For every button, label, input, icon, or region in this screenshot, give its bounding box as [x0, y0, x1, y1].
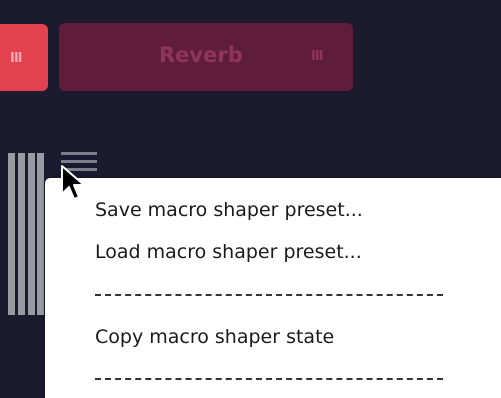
drag-handle-icon[interactable]: III	[311, 49, 323, 64]
menu-item-load-preset[interactable]: Load macro shaper preset...	[95, 241, 362, 263]
slider-bar[interactable]	[18, 153, 25, 315]
menu-item-save-preset[interactable]: Save macro shaper preset...	[95, 199, 363, 221]
macro-slider-bars[interactable]	[8, 153, 44, 315]
module-name: Reverb	[159, 43, 243, 67]
slider-bar[interactable]	[37, 153, 44, 315]
fx-module-active[interactable]: III	[0, 24, 48, 91]
slider-bar[interactable]	[8, 153, 15, 315]
menu-item-copy-state[interactable]: Copy macro shaper state	[95, 326, 334, 348]
slider-bar[interactable]	[28, 153, 35, 315]
menu-separator	[95, 294, 443, 296]
menu-separator	[95, 378, 443, 380]
arrow-cursor-icon	[61, 165, 85, 200]
context-menu: Save macro shaper preset... Load macro s…	[45, 178, 501, 398]
drag-handle-icon[interactable]: III	[10, 51, 22, 66]
plugin-window: III Reverb III Save macro shaper preset.…	[0, 0, 501, 398]
fx-module-reverb[interactable]: Reverb III	[59, 23, 353, 91]
